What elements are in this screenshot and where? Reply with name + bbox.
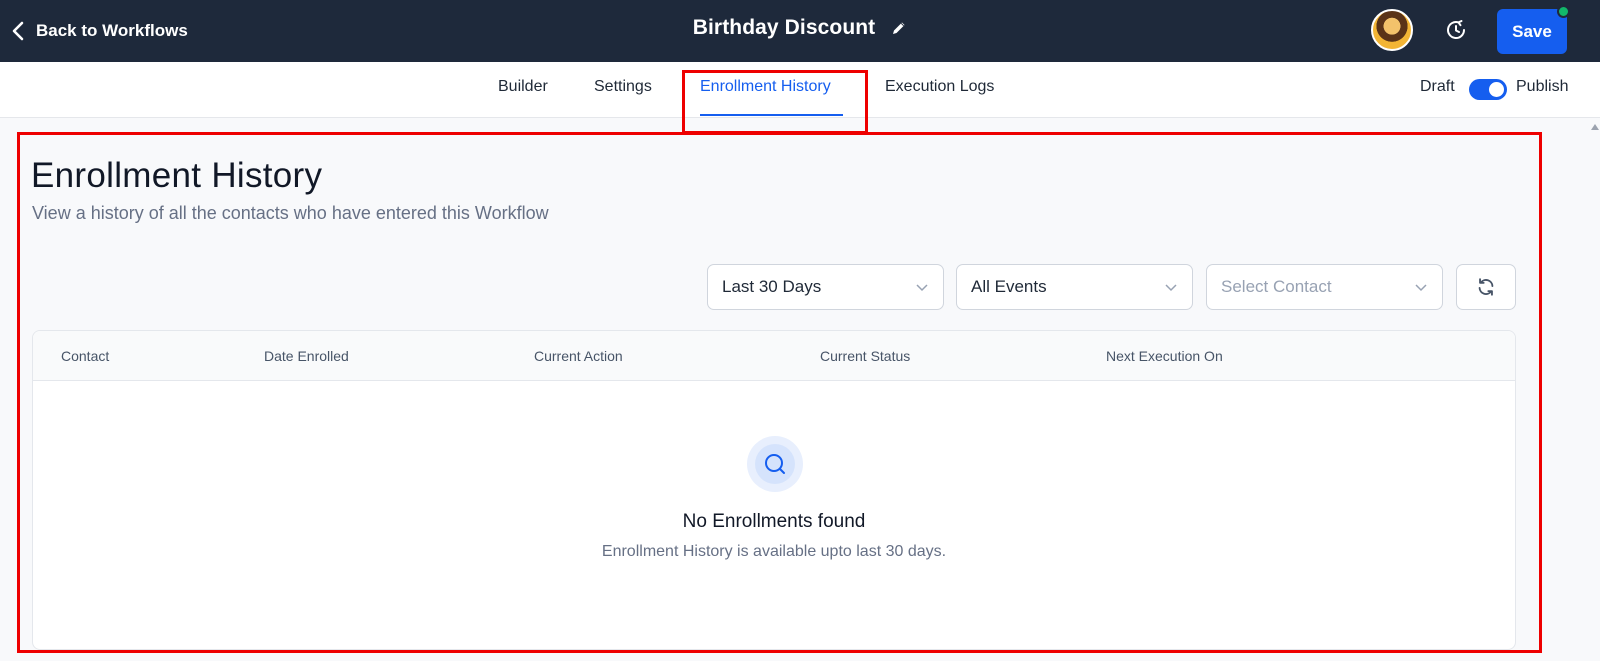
column-header-current-action: Current Action (534, 348, 623, 364)
tab-execution-logs[interactable]: Execution Logs (885, 78, 994, 96)
save-button[interactable]: Save (1497, 9, 1567, 54)
events-value: All Events (971, 277, 1047, 296)
scroll-up-arrow-icon[interactable] (1591, 124, 1599, 130)
top-bar: Back to Workflows Birthday Discount Save (0, 0, 1600, 62)
tabs-bar: Builder Settings Enrollment History Exec… (0, 62, 1600, 118)
pencil-icon[interactable] (891, 20, 907, 36)
publish-toggle[interactable] (1469, 79, 1507, 100)
enrollment-table: Contact Date Enrolled Current Action Cur… (32, 330, 1516, 650)
chevron-left-icon (12, 21, 24, 41)
column-header-date-enrolled: Date Enrolled (264, 348, 349, 364)
contact-placeholder: Select Contact (1221, 277, 1332, 296)
table-header: Contact Date Enrolled Current Action Cur… (33, 331, 1515, 381)
workflow-title: Birthday Discount (692, 16, 876, 39)
tab-builder[interactable]: Builder (498, 78, 548, 96)
page-title: Enrollment History (31, 156, 323, 195)
page-subtitle: View a history of all the contacts who h… (32, 203, 549, 223)
empty-state-icon-wrap (747, 436, 803, 492)
chevron-down-icon (916, 284, 928, 292)
publish-label: Publish (1516, 78, 1569, 95)
column-header-contact: Contact (61, 348, 110, 364)
workflow-title-bar: Birthday Discount (0, 16, 1600, 40)
tab-enrollment-history[interactable]: Enrollment History (700, 78, 831, 96)
online-status-dot (1557, 5, 1570, 18)
column-header-next-execution: Next Execution On (1106, 348, 1223, 364)
contact-select[interactable]: Select Contact (1206, 264, 1443, 310)
refresh-button[interactable] (1456, 264, 1516, 310)
events-select[interactable]: All Events (956, 264, 1193, 310)
empty-state-subtitle: Enrollment History is available upto las… (601, 543, 947, 560)
refresh-icon (1478, 278, 1494, 296)
back-label: Back to Workflows (36, 21, 188, 40)
empty-state-icon-inner (755, 444, 795, 484)
active-tab-indicator (700, 114, 843, 116)
date-range-select[interactable]: Last 30 Days (707, 264, 944, 310)
date-range-value: Last 30 Days (722, 277, 822, 296)
draft-label: Draft (1420, 78, 1455, 95)
page-scrollbar[interactable] (1585, 118, 1600, 661)
chevron-down-icon (1165, 284, 1177, 292)
column-header-current-status: Current Status (820, 348, 911, 364)
tab-settings[interactable]: Settings (594, 78, 652, 96)
back-to-workflows-link[interactable]: Back to Workflows (10, 18, 188, 44)
chevron-down-icon (1415, 284, 1427, 292)
clock-history-icon[interactable] (1444, 18, 1468, 42)
user-avatar[interactable] (1371, 9, 1413, 51)
search-icon (765, 454, 785, 474)
empty-state-title: No Enrollments found (682, 511, 866, 532)
